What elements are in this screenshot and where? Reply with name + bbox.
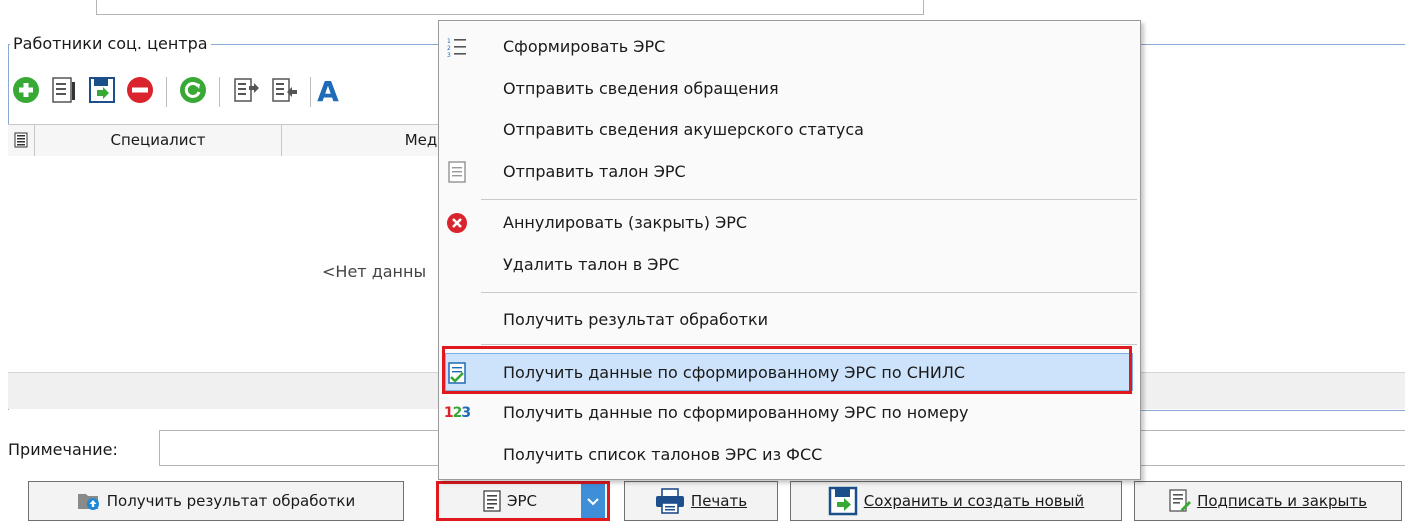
move-left-icon <box>270 76 298 108</box>
menu-item-get-ticket-list[interactable]: Получить список талонов ЭРС из ФСС <box>439 436 1140 474</box>
sign-document-icon <box>1169 489 1192 513</box>
svg-text:1: 1 <box>447 38 451 45</box>
numbers-123-icon: 123 <box>443 405 471 421</box>
grid-header: Специалист Мед. <box>8 124 448 157</box>
folder-upload-icon <box>77 491 101 511</box>
column-header-specialist[interactable]: Специалист <box>35 125 282 156</box>
top-input[interactable] <box>96 0 924 15</box>
menu-item-label: Отправить сведения акушерского статуса <box>503 120 864 139</box>
menu-item-label: Сформировать ЭРС <box>503 37 666 56</box>
save-icon <box>828 486 858 516</box>
cancel-icon <box>445 211 469 235</box>
svg-text:3: 3 <box>447 52 451 58</box>
column-chooser-icon <box>14 132 28 152</box>
grid-toolbar: A <box>10 74 341 110</box>
group-frame-bottom <box>1140 410 1405 411</box>
toolbar-separator <box>166 77 167 107</box>
font-button[interactable]: A <box>317 76 339 108</box>
font-icon: A <box>317 75 339 108</box>
delete-button[interactable] <box>124 76 156 108</box>
print-label: Печать <box>690 492 748 510</box>
menu-item-delete-ticket[interactable]: Удалить талон в ЭРС <box>439 246 1140 284</box>
move-right-icon <box>232 76 260 108</box>
edit-button[interactable] <box>48 76 80 108</box>
move-left-button[interactable] <box>268 76 300 108</box>
sign-and-close-button[interactable]: Подписать и закрыть <box>1134 481 1402 521</box>
ers-dropdown-button[interactable] <box>581 484 605 518</box>
document-icon <box>445 160 469 184</box>
group-frame-top-right <box>1140 44 1405 45</box>
menu-item-get-by-number[interactable]: 123 Получить данные по сформированному Э… <box>439 394 1140 432</box>
menu-item-send-obstetric-status[interactable]: Отправить сведения акушерского статуса <box>439 111 1140 149</box>
add-button[interactable] <box>10 76 42 108</box>
menu-item-label: Аннулировать (закрыть) ЭРС <box>503 213 748 232</box>
menu-item-cancel-ers[interactable]: Аннулировать (закрыть) ЭРС <box>439 204 1140 242</box>
get-result-button[interactable]: Получить результат обработки <box>28 481 404 521</box>
menu-item-label: Удалить талон в ЭРС <box>503 255 680 274</box>
toolbar-separator <box>310 77 311 107</box>
menu-separator <box>481 199 1137 200</box>
printer-icon <box>655 488 685 514</box>
delete-icon <box>126 76 154 108</box>
menu-separator <box>481 344 1137 345</box>
save-icon <box>88 76 116 108</box>
edit-icon <box>50 76 78 108</box>
menu-item-send-appeal[interactable]: Отправить сведения обращения <box>439 70 1140 108</box>
menu-item-label: Получить список талонов ЭРС из ФСС <box>503 445 823 464</box>
ers-label: ЭРС <box>507 492 537 510</box>
move-right-button[interactable] <box>230 76 262 108</box>
refresh-button[interactable] <box>177 76 209 108</box>
toolbar-separator <box>219 77 220 107</box>
grid-empty-text: <Нет данны <box>322 262 427 281</box>
group-title: Работники соц. центра <box>10 34 211 53</box>
highlight-annotation-frame <box>442 346 1132 394</box>
save-and-new-label: Сохранить и создать новый <box>863 492 1085 510</box>
get-result-label: Получить результат обработки <box>106 492 356 510</box>
menu-item-get-result[interactable]: Получить результат обработки <box>439 301 1140 339</box>
menu-item-label: Отправить сведения обращения <box>503 79 779 98</box>
svg-text:2: 2 <box>447 45 451 52</box>
refresh-icon <box>179 76 207 108</box>
list-numbered-icon: 123 <box>445 35 469 59</box>
column-header-med[interactable]: Мед. <box>282 125 448 156</box>
menu-separator <box>481 292 1137 293</box>
menu-item-label: Получить результат обработки <box>503 310 769 329</box>
ers-button[interactable]: ЭРС <box>439 484 581 518</box>
save-button[interactable] <box>86 76 118 108</box>
menu-item-send-ticket[interactable]: Отправить талон ЭРС <box>439 153 1140 191</box>
sign-and-close-label: Подписать и закрыть <box>1197 492 1367 510</box>
menu-item-create-ers[interactable]: 123 Сформировать ЭРС <box>439 28 1140 66</box>
menu-item-label: Отправить талон ЭРС <box>503 162 686 181</box>
note-label: Примечание: <box>8 440 118 459</box>
save-and-new-button[interactable]: Сохранить и создать новый <box>790 481 1122 521</box>
column-chooser-button[interactable] <box>8 125 35 156</box>
menu-item-label: Получить данные по сформированному ЭРС п… <box>503 403 969 422</box>
document-icon <box>483 490 501 512</box>
ers-dropdown-menu: 123 Сформировать ЭРС Отправить сведения … <box>438 20 1141 480</box>
ers-split-button[interactable]: ЭРС <box>436 481 610 521</box>
print-button[interactable]: Печать <box>624 481 778 521</box>
chevron-down-icon <box>587 492 599 510</box>
add-icon <box>12 76 40 108</box>
